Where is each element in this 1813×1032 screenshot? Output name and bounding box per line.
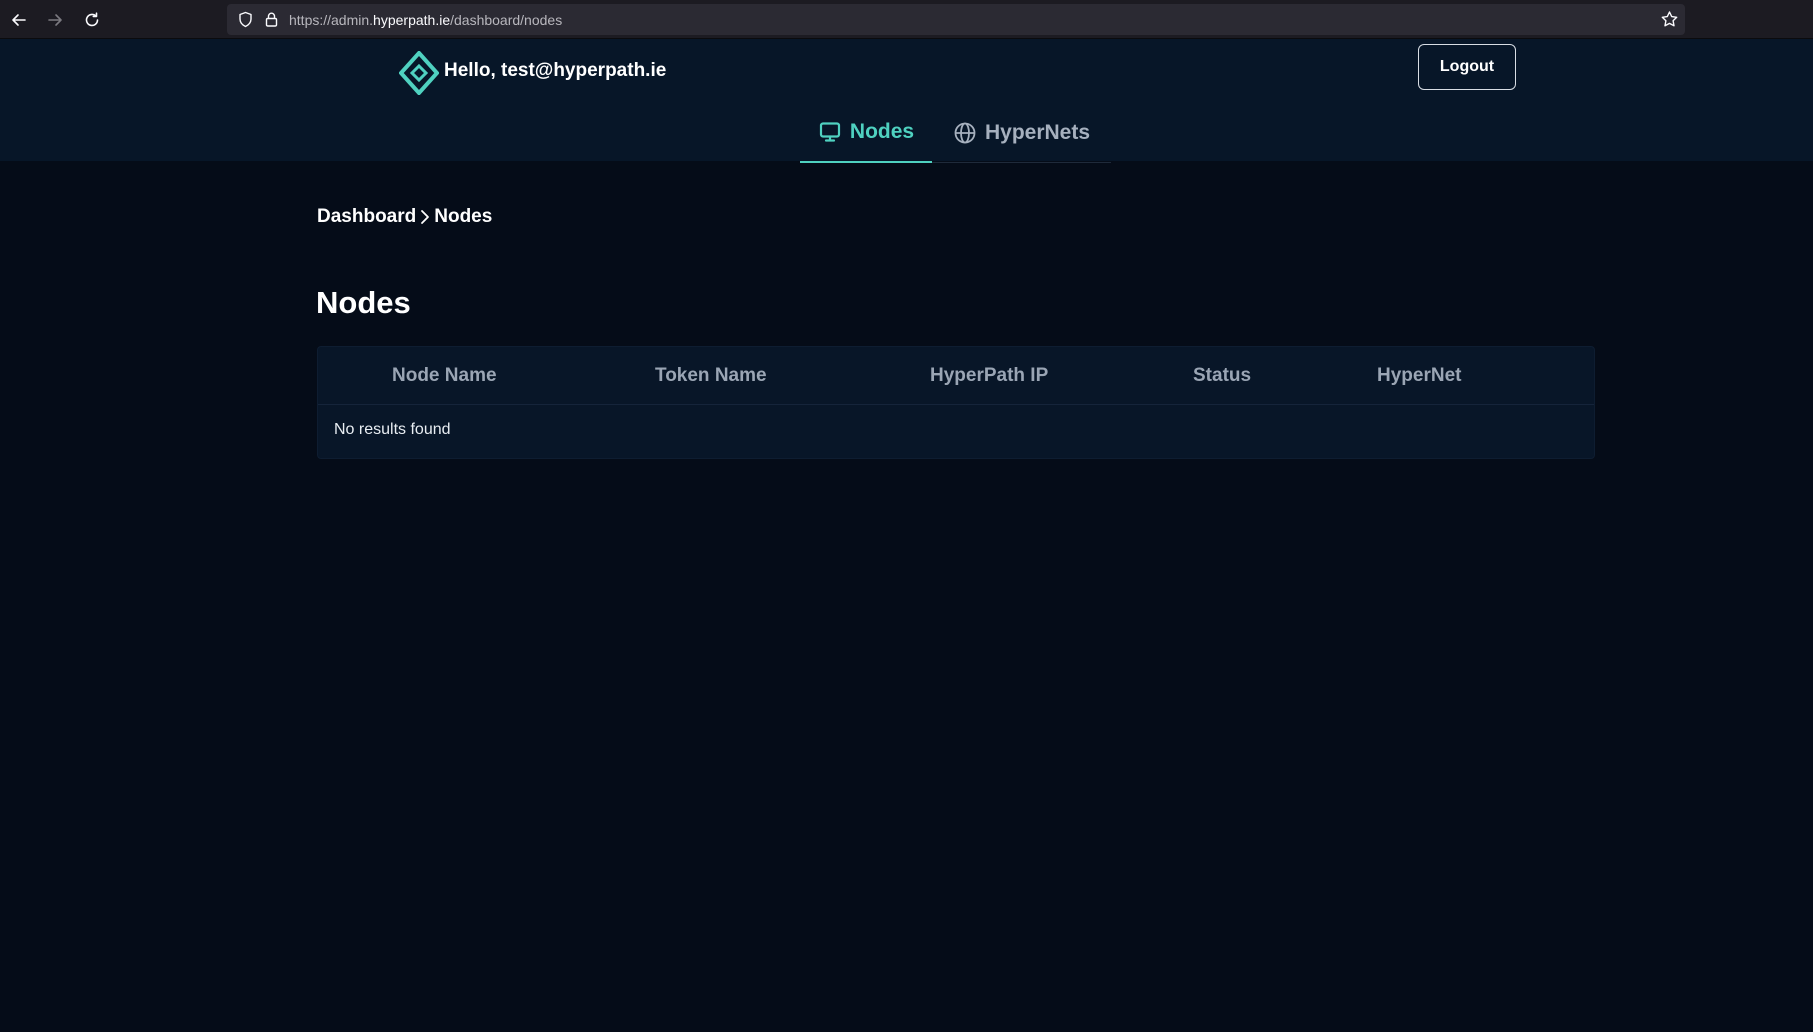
lock-icon[interactable] — [263, 11, 280, 28]
url-prefix: https://admin. — [289, 12, 374, 28]
column-header-status[interactable]: Status — [1193, 365, 1251, 387]
breadcrumb-dashboard-link[interactable]: Dashboard — [317, 206, 416, 228]
column-header-hypernet[interactable]: HyperNet — [1377, 365, 1461, 387]
breadcrumb: Dashboard Nodes — [317, 206, 492, 228]
user-greeting: Hello, test@hyperpath.ie — [444, 60, 667, 81]
forward-button[interactable] — [43, 8, 67, 32]
url-host: hyperpath.ie — [373, 12, 451, 28]
arrow-left-icon — [12, 14, 26, 26]
main-tabs: Nodes HyperNets — [800, 103, 1111, 163]
empty-state-text: No results found — [334, 421, 451, 438]
column-header-token-name[interactable]: Token Name — [655, 365, 767, 387]
table-header: Node Name Token Name HyperPath IP Status… — [318, 347, 1594, 405]
reload-icon — [85, 12, 99, 27]
tab-hypernets-label: HyperNets — [984, 121, 1091, 144]
address-bar[interactable]: https://admin.hyperpath.ie/dashboard/nod… — [227, 4, 1685, 35]
monitor-icon — [819, 122, 841, 142]
bookmark-star-icon[interactable] — [1660, 10, 1679, 29]
logout-button[interactable]: Logout — [1418, 44, 1516, 90]
globe-icon — [954, 122, 976, 144]
shield-icon[interactable] — [237, 11, 254, 28]
arrow-right-icon — [48, 14, 62, 26]
tab-nodes[interactable]: Nodes — [800, 103, 932, 163]
reload-button[interactable] — [80, 8, 104, 32]
url-path: /dashboard/nodes — [450, 12, 563, 28]
tab-hypernets[interactable]: HyperNets — [932, 103, 1111, 163]
nodes-table: Node Name Token Name HyperPath IP Status… — [317, 346, 1595, 459]
tab-nodes-label: Nodes — [849, 120, 915, 143]
page-title: Nodes — [316, 285, 411, 320]
column-header-hyperpath-ip[interactable]: HyperPath IP — [930, 365, 1048, 387]
column-header-node-name[interactable]: Node Name — [392, 365, 497, 387]
browser-toolbar: https://admin.hyperpath.ie/dashboard/nod… — [0, 0, 1813, 39]
breadcrumb-current: Nodes — [434, 206, 493, 227]
chevron-right-icon — [421, 210, 430, 224]
hyperpath-logo-icon — [399, 51, 439, 95]
back-button[interactable] — [7, 8, 31, 32]
url-text[interactable]: https://admin.hyperpath.ie/dashboard/nod… — [289, 12, 562, 28]
